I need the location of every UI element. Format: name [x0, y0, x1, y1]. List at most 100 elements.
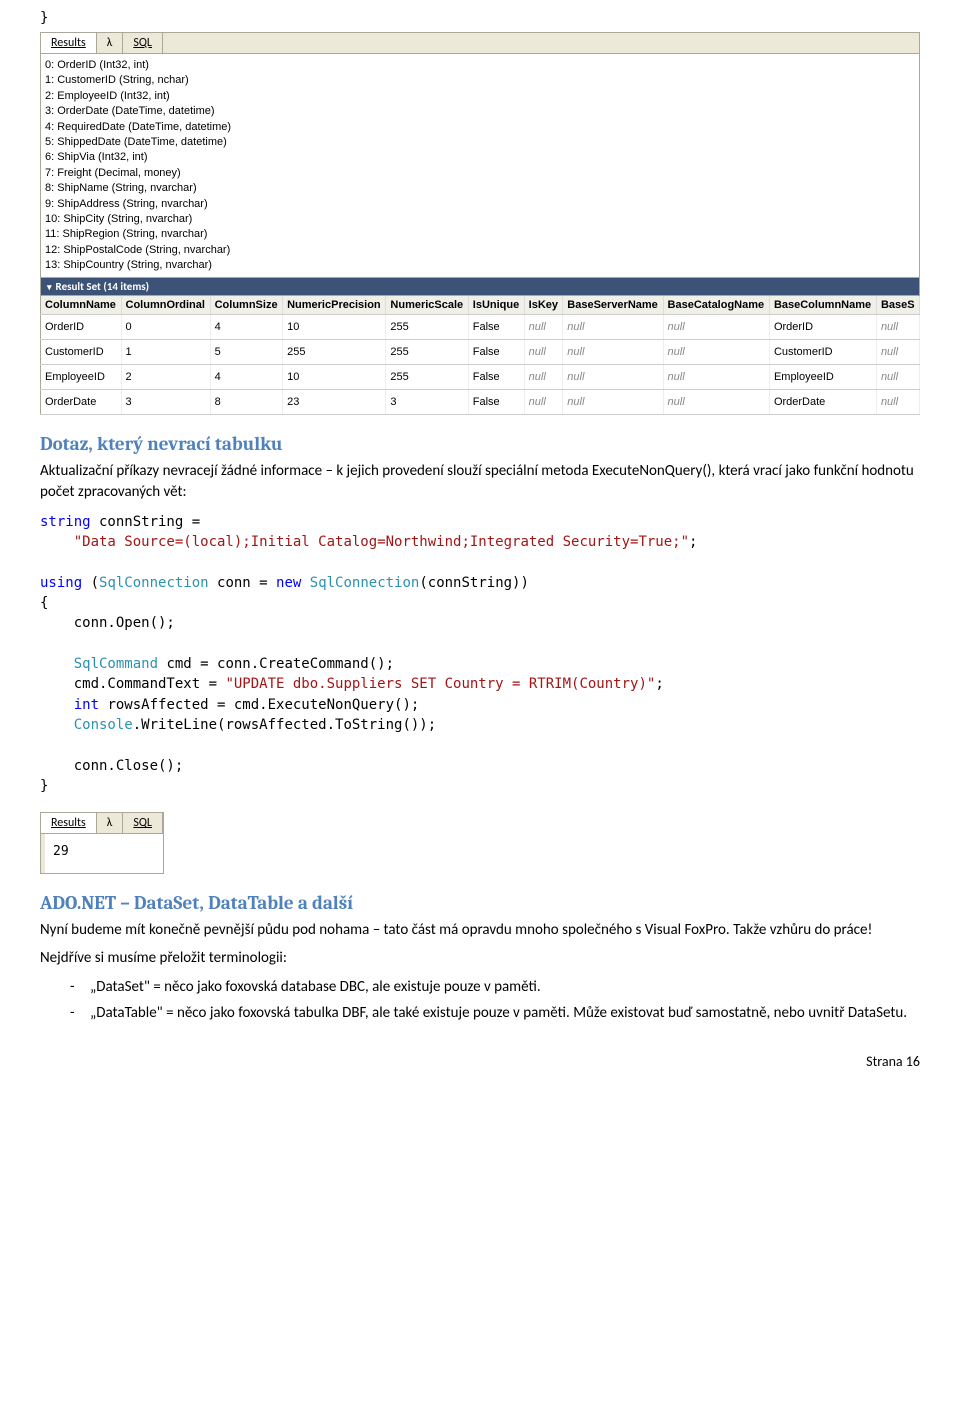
- resultset-header-label: Result Set (14 items): [56, 280, 150, 293]
- section-title-1: Dotaz, který nevrací tabulku: [40, 433, 920, 455]
- schema-line: 9: ShipAddress (String, nvarchar): [45, 197, 915, 212]
- table-cell: OrderID: [769, 315, 876, 340]
- table-cell: null: [663, 340, 769, 365]
- schema-line: 11: ShipRegion (String, nvarchar): [45, 227, 915, 242]
- column-header: ColumnSize: [210, 296, 282, 315]
- table-cell: null: [563, 365, 663, 390]
- table-cell: null: [663, 390, 769, 415]
- table-cell: OrderDate: [41, 390, 122, 415]
- table-cell: 0: [121, 315, 210, 340]
- table-cell: 255: [386, 365, 468, 390]
- table-cell: 4: [210, 365, 282, 390]
- table-cell: False: [468, 340, 524, 365]
- schema-panel: 0: OrderID (Int32, int)1: CustomerID (St…: [40, 54, 920, 278]
- table-cell: null: [563, 390, 663, 415]
- column-header: BaseColumnName: [769, 296, 876, 315]
- schema-line: 2: EmployeeID (Int32, int): [45, 89, 915, 104]
- table-cell: OrderID: [41, 315, 122, 340]
- resultset-header[interactable]: ▾ Result Set (14 items): [40, 278, 920, 296]
- table-cell: 23: [283, 390, 386, 415]
- schema-line: 10: ShipCity (String, nvarchar): [45, 212, 915, 227]
- table-cell: null: [524, 390, 563, 415]
- section-body-2: Nyní budeme mít konečně pevnější půdu po…: [40, 920, 920, 940]
- section-body-1: Aktualizační příkazy nevracejí žádné inf…: [40, 461, 920, 502]
- schema-line: 6: ShipVia (Int32, int): [45, 150, 915, 165]
- table-cell: null: [524, 365, 563, 390]
- table-cell: 1: [121, 340, 210, 365]
- schema-line: 12: ShipPostalCode (String, nvarchar): [45, 243, 915, 258]
- tab-sql[interactable]: SQL: [123, 33, 163, 53]
- list-item: „DataTable" = něco jako foxovská tabulka…: [70, 1003, 920, 1023]
- table-cell: 10: [283, 315, 386, 340]
- schema-line: 7: Freight (Decimal, money): [45, 166, 915, 181]
- table-cell: null: [876, 315, 919, 340]
- table-cell: 5: [210, 340, 282, 365]
- table-cell: null: [663, 315, 769, 340]
- table-cell: 3: [121, 390, 210, 415]
- tab-results-2[interactable]: Results: [41, 813, 97, 833]
- section-body-2b: Nejdříve si musíme přeložit terminologii…: [40, 948, 920, 968]
- tab-lambda-label: λ: [107, 36, 113, 50]
- table-row: OrderID0410255FalsenullnullnullOrderIDnu…: [41, 315, 920, 340]
- column-header: NumericScale: [386, 296, 468, 315]
- table-cell: EmployeeID: [769, 365, 876, 390]
- column-header: BaseS: [876, 296, 919, 315]
- column-header: ColumnName: [41, 296, 122, 315]
- table-cell: 2: [121, 365, 210, 390]
- column-header: BaseCatalogName: [663, 296, 769, 315]
- schema-line: 3: OrderDate (DateTime, datetime): [45, 104, 915, 119]
- tab-sql-2[interactable]: SQL: [123, 813, 163, 833]
- table-cell: CustomerID: [41, 340, 122, 365]
- schema-line: 4: RequiredDate (DateTime, datetime): [45, 120, 915, 135]
- schema-line: 0: OrderID (Int32, int): [45, 58, 915, 73]
- schema-line: 5: ShippedDate (DateTime, datetime): [45, 135, 915, 150]
- table-cell: False: [468, 315, 524, 340]
- table-cell: False: [468, 390, 524, 415]
- column-header: IsUnique: [468, 296, 524, 315]
- table-cell: null: [563, 340, 663, 365]
- table-cell: 255: [386, 340, 468, 365]
- table-row: EmployeeID2410255FalsenullnullnullEmploy…: [41, 365, 920, 390]
- schema-line: 13: ShipCountry (String, nvarchar): [45, 258, 915, 273]
- table-cell: null: [876, 340, 919, 365]
- table-cell: null: [876, 365, 919, 390]
- result-table: ColumnNameColumnOrdinalColumnSizeNumeric…: [40, 296, 920, 415]
- schema-line: 1: CustomerID (String, nchar): [45, 73, 915, 88]
- table-cell: 8: [210, 390, 282, 415]
- table-row: CustomerID15255255FalsenullnullnullCusto…: [41, 340, 920, 365]
- table-cell: null: [563, 315, 663, 340]
- table-cell: null: [524, 315, 563, 340]
- tab-lambda[interactable]: λ: [97, 33, 124, 53]
- table-cell: EmployeeID: [41, 365, 122, 390]
- result-small-value: 29: [41, 834, 163, 873]
- table-cell: null: [663, 365, 769, 390]
- result-tabs-2: Results λ SQL: [41, 813, 163, 834]
- result-tabs-1: Results λ SQL: [40, 32, 920, 54]
- tab-lambda-2[interactable]: λ: [97, 813, 124, 833]
- column-header: IsKey: [524, 296, 563, 315]
- table-cell: 255: [386, 315, 468, 340]
- table-cell: False: [468, 365, 524, 390]
- column-header: ColumnOrdinal: [121, 296, 210, 315]
- table-row: OrderDate38233FalsenullnullnullOrderDate…: [41, 390, 920, 415]
- table-cell: null: [876, 390, 919, 415]
- section-title-2: ADO.NET – DataSet, DataTable a další: [40, 892, 920, 914]
- table-cell: OrderDate: [769, 390, 876, 415]
- schema-line: 8: ShipName (String, nvarchar): [45, 181, 915, 196]
- table-cell: 3: [386, 390, 468, 415]
- column-header: BaseServerName: [563, 296, 663, 315]
- table-cell: 10: [283, 365, 386, 390]
- tab-sql-label: SQL: [133, 36, 152, 50]
- tab-results-2-label: Results: [51, 816, 86, 830]
- table-cell: 255: [283, 340, 386, 365]
- tab-results-label: Results: [51, 36, 86, 50]
- list-item: „DataSet" = něco jako foxovská database …: [70, 977, 920, 997]
- code-brace-close: }: [40, 10, 920, 26]
- tab-results[interactable]: Results: [41, 33, 97, 53]
- result-small-panel: Results λ SQL 29: [40, 812, 164, 874]
- tab-sql-2-label: SQL: [133, 816, 152, 830]
- column-header: NumericPrecision: [283, 296, 386, 315]
- bullet-list: „DataSet" = něco jako foxovská database …: [70, 977, 920, 1024]
- table-cell: null: [524, 340, 563, 365]
- collapse-icon: ▾: [47, 282, 52, 293]
